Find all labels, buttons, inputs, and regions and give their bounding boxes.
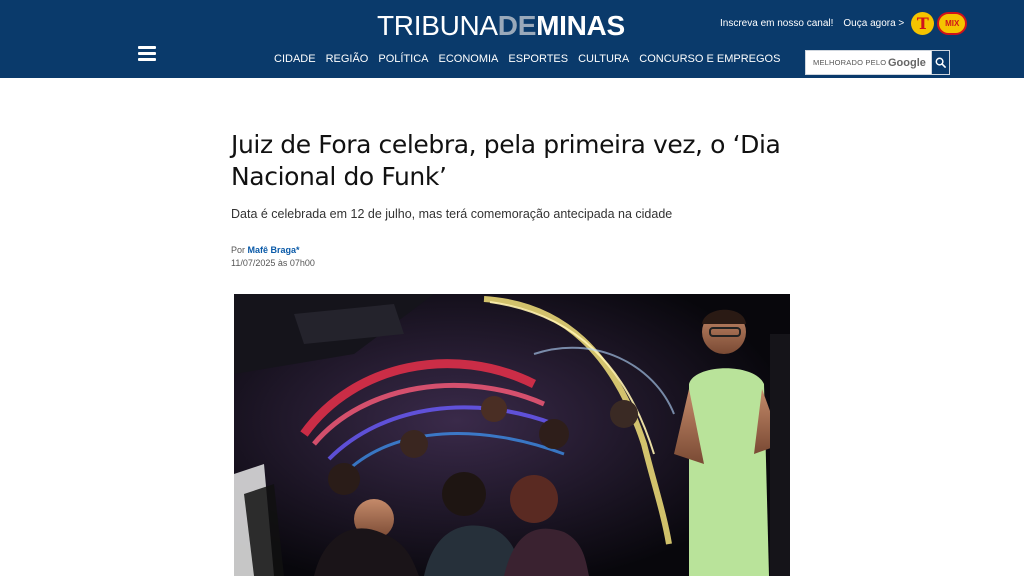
main-nav: CIDADE REGIÃO POLÍTICA ECONOMIA ESPORTES…: [274, 52, 790, 66]
nav-item-concurso-empregos[interactable]: CONCURSO E EMPREGOS: [639, 52, 780, 66]
byline-prefix: Por: [231, 245, 246, 255]
radio-mix-logo-icon[interactable]: MIX: [937, 11, 968, 35]
google-brand-label: Google: [888, 56, 926, 69]
article-byline: Por Mafê Braga*: [231, 245, 300, 255]
nav-item-politica[interactable]: POLÍTICA: [378, 52, 428, 66]
article-subhead: Data é celebrada em 12 de julho, mas ter…: [231, 207, 673, 221]
article-date: 11/07/2025 às 07h00: [231, 258, 315, 268]
nav-item-economia[interactable]: ECONOMIA: [438, 52, 498, 66]
listen-now-link[interactable]: Ouça agora >: [843, 18, 904, 29]
search-box: Google: [805, 50, 950, 75]
header-actions: Inscreva em nosso canal! Ouça agora > T …: [720, 11, 968, 35]
subscribe-channel-link[interactable]: Inscreva em nosso canal!: [720, 18, 833, 29]
article-headline: Juiz de Fora celebra, pela primeira vez,…: [231, 130, 781, 191]
search-icon: [935, 57, 946, 68]
logo-part-de: DE: [497, 10, 537, 41]
site-logo[interactable]: TRIBUNADEMINAS: [377, 10, 625, 42]
logo-part-tribuna: TRIBUNA: [377, 10, 498, 41]
radio-t-logo-icon[interactable]: T: [911, 11, 935, 35]
nav-item-regiao[interactable]: REGIÃO: [326, 52, 369, 66]
nav-item-cultura[interactable]: CULTURA: [578, 52, 629, 66]
party-photo-illustration: [234, 294, 790, 576]
nav-item-esportes[interactable]: ESPORTES: [508, 52, 568, 66]
nav-item-cidade[interactable]: CIDADE: [274, 52, 316, 66]
logo-part-minas: MINAS: [536, 10, 625, 41]
site-header: TRIBUNADEMINAS Inscreva em nosso canal! …: [0, 0, 1024, 78]
hamburger-menu-icon[interactable]: [138, 46, 156, 62]
search-button[interactable]: [931, 50, 950, 75]
search-input[interactable]: [806, 51, 886, 74]
author-link[interactable]: Mafê Braga*: [248, 245, 300, 255]
article-photo[interactable]: [234, 294, 790, 576]
